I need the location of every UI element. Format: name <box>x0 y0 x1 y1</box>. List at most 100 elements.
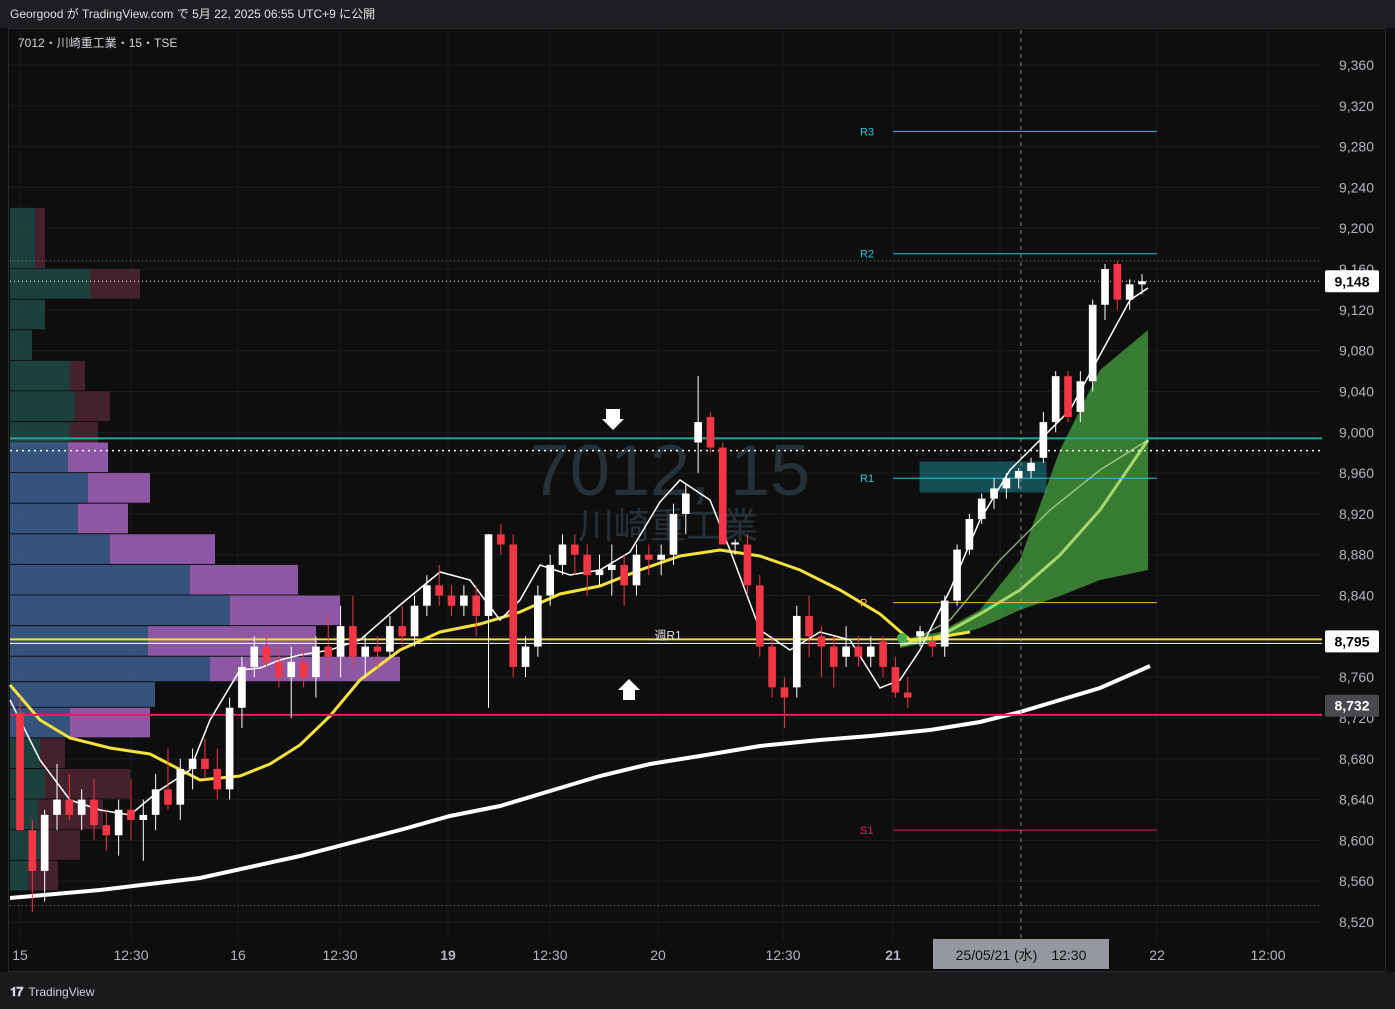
pivot-label: P <box>860 598 867 610</box>
volume-profile-bar-down <box>230 595 340 626</box>
brand-label: TradingView <box>28 985 95 999</box>
volume-profile-bar-down <box>78 503 128 534</box>
candle-body <box>213 768 222 790</box>
candle <box>953 544 961 606</box>
candle-body <box>53 799 61 815</box>
price-badge-label: 8,795 <box>1334 633 1369 649</box>
candle-body <box>114 809 123 836</box>
candle-body <box>275 661 283 678</box>
candle-body <box>410 605 419 637</box>
candle-body <box>40 814 49 871</box>
candle-body <box>755 585 764 647</box>
candle-body <box>139 814 148 820</box>
candle <box>632 544 641 596</box>
candle-body <box>176 768 185 805</box>
candle-body <box>706 416 715 448</box>
candle-body <box>817 636 826 647</box>
candle <box>768 636 776 698</box>
candle <box>139 799 148 861</box>
candle-body <box>681 493 690 514</box>
candle-body <box>423 585 431 606</box>
price-tick-label: 8,840 <box>1339 588 1374 604</box>
candle <box>1064 371 1072 423</box>
candle-body <box>829 646 838 667</box>
volume-profile-bar-up <box>10 682 155 707</box>
signal-dot-icon <box>897 633 907 643</box>
price-tick-label: 9,240 <box>1339 179 1374 195</box>
candle-body <box>916 631 924 637</box>
candle-body <box>312 646 320 678</box>
candle-body <box>534 595 542 647</box>
chart-canvas[interactable]: 7012, 15川崎重工業 R3 R2 R1 P S1 週R1 8,520 8,560 8,600… <box>0 0 1395 972</box>
watermark-name: 川崎重工業 <box>578 505 758 546</box>
candle <box>620 554 628 606</box>
candle <box>1138 274 1146 295</box>
time-tick-label: 12:30 <box>113 947 148 963</box>
candle-body <box>608 564 616 571</box>
volume-profile-bar-up <box>10 269 90 299</box>
candle <box>509 534 518 678</box>
sell-arrow-icon <box>602 409 624 430</box>
volume-profile-bar-down <box>40 738 65 768</box>
volume-profile-bar-down <box>90 269 140 299</box>
candle-body <box>1101 269 1109 305</box>
candle-body <box>1076 381 1085 412</box>
volume-profile-bar-down <box>70 707 150 738</box>
candle-body <box>151 789 160 815</box>
price-tick-label: 9,360 <box>1339 57 1374 73</box>
candle <box>386 615 394 657</box>
volume-profile-bar-down <box>190 564 298 595</box>
candle-body <box>349 626 357 657</box>
candle-body <box>891 666 900 693</box>
volume-profile-bar-down <box>110 534 215 564</box>
candle-body <box>792 615 801 688</box>
candle <box>114 799 123 856</box>
candle <box>558 534 567 576</box>
volume-profile-bar-up <box>10 360 70 391</box>
candle <box>755 575 764 657</box>
candle-body <box>805 615 813 637</box>
crosshair-time-label: 25/05/21 (水) 12:30 <box>956 947 1087 963</box>
time-axis: 1512:301612:301912:302012:302112:302212:… <box>9 939 1322 971</box>
candle-body <box>595 570 604 576</box>
candle-body <box>953 549 961 601</box>
candle <box>1051 371 1060 433</box>
tradingview-brand[interactable]: 𝟏𝟕 TradingView <box>10 984 95 1000</box>
pivot-label: R2 <box>860 249 874 261</box>
candle <box>521 636 530 678</box>
time-tick-label: 12:00 <box>1250 947 1285 963</box>
candle <box>188 748 197 790</box>
candle <box>435 564 444 606</box>
candle-body <box>990 488 998 499</box>
price-tick-label: 9,200 <box>1339 220 1374 236</box>
footer-bar <box>0 972 1395 1009</box>
price-tick-label: 8,560 <box>1339 873 1374 889</box>
candle <box>460 585 468 616</box>
candle-body <box>336 626 345 657</box>
candle-body <box>16 712 24 831</box>
candle <box>644 544 653 576</box>
price-tick-label: 8,880 <box>1339 547 1374 563</box>
candle-body <box>743 544 752 586</box>
candle-body <box>398 626 407 637</box>
candle-body <box>546 564 554 596</box>
candle-body <box>472 595 481 616</box>
candle-body <box>447 595 456 606</box>
candle <box>706 411 715 453</box>
time-tick-label: 22 <box>1149 947 1165 963</box>
volume-profile-bar-up <box>10 473 88 503</box>
candle-body <box>373 646 382 652</box>
price-tick-label: 9,120 <box>1339 302 1374 318</box>
candle-body <box>669 513 678 555</box>
price-badge-label: 8,732 <box>1334 698 1369 714</box>
candle <box>608 544 616 596</box>
price-tick-label: 8,960 <box>1339 465 1374 481</box>
price-tick-label: 9,000 <box>1339 424 1374 440</box>
candle-body <box>842 646 850 657</box>
candle-body <box>583 554 591 576</box>
price-tick-label: 8,920 <box>1339 506 1374 522</box>
candle <box>497 524 505 555</box>
candle-body <box>102 825 111 836</box>
candle <box>940 595 949 657</box>
candle <box>780 677 789 729</box>
